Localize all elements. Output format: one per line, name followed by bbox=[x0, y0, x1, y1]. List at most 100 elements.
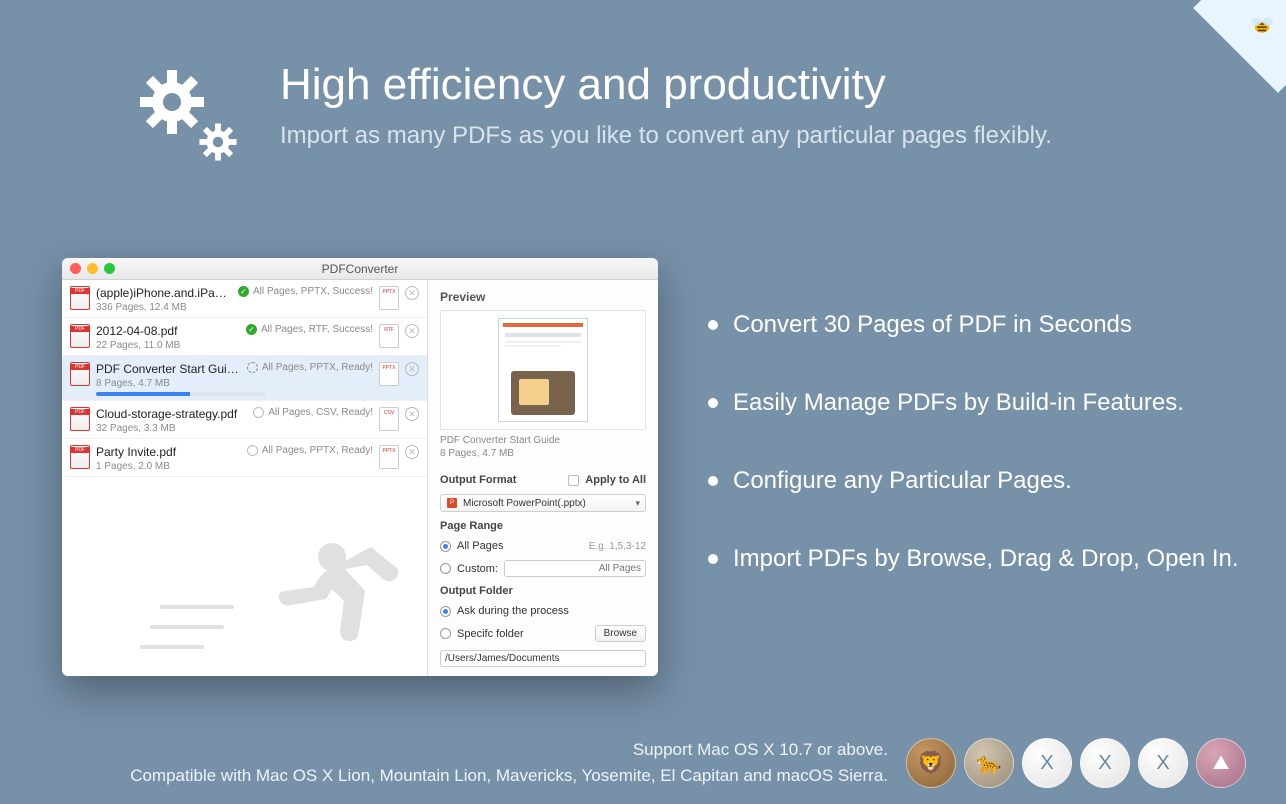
file-meta: 22 Pages, 11.0 MB bbox=[96, 340, 240, 351]
pdf-file-icon bbox=[70, 407, 90, 431]
output-format-icon[interactable]: CSV bbox=[379, 407, 399, 431]
row-remove-button[interactable]: ✕ bbox=[405, 362, 419, 376]
bullet-dot-icon bbox=[708, 476, 718, 486]
file-meta: 1 Pages, 2.0 MB bbox=[96, 461, 241, 472]
os-badges: 🦁 🐆 X X X ⛰ bbox=[906, 738, 1246, 788]
traffic-lights bbox=[70, 263, 115, 274]
status-icon: ✓ bbox=[246, 324, 257, 335]
output-format-select[interactable]: P Microsoft PowerPoint(.pptx) bbox=[440, 494, 646, 512]
output-format-icon[interactable]: PPTX bbox=[379, 362, 399, 386]
file-name: PDF Converter Start Guide for iPad.pdf bbox=[96, 362, 241, 376]
row-remove-button[interactable]: ✕ bbox=[405, 286, 419, 300]
bullet-dot-icon bbox=[708, 398, 718, 408]
lion-os-icon: 🦁 bbox=[906, 738, 956, 788]
hero-subtitle: Import as many PDFs as you like to conve… bbox=[280, 122, 1052, 150]
status-icon bbox=[247, 362, 258, 373]
feature-bullet: Convert 30 Pages of PDF in Seconds bbox=[708, 310, 1248, 340]
page-range-custom-input[interactable] bbox=[504, 560, 646, 577]
file-list: (apple)iPhone.and.iPad.Apps.for.Ab... 336… bbox=[62, 280, 427, 676]
file-row[interactable]: PDF Converter Start Guide for iPad.pdf 8 … bbox=[62, 356, 427, 401]
el-capitan-os-icon: X bbox=[1138, 738, 1188, 788]
window-title: PDFConverter bbox=[322, 262, 399, 276]
pdf-file-icon bbox=[70, 286, 90, 310]
browse-button[interactable]: Browse bbox=[595, 625, 646, 642]
file-meta: 336 Pages, 12.4 MB bbox=[96, 302, 232, 313]
mountain-lion-os-icon: 🐆 bbox=[964, 738, 1014, 788]
file-list-pane: (apple)iPhone.and.iPad.Apps.for.Ab... 336… bbox=[62, 280, 428, 676]
output-format-icon[interactable]: PPTX bbox=[379, 445, 399, 469]
output-folder-ask-radio[interactable] bbox=[440, 606, 451, 617]
hero-title: High efficiency and productivity bbox=[280, 60, 1052, 110]
file-row[interactable]: Cloud-storage-strategy.pdf 32 Pages, 3.3 … bbox=[62, 401, 427, 439]
output-format-icon[interactable]: RTF bbox=[379, 324, 399, 348]
bullet-text: Configure any Particular Pages. bbox=[733, 466, 1072, 496]
pdf-file-icon bbox=[70, 445, 90, 469]
file-status: All Pages, PPTX, Success! bbox=[253, 286, 373, 297]
bullet-dot-icon bbox=[708, 554, 718, 564]
output-format-icon[interactable]: PPTX bbox=[379, 286, 399, 310]
feature-bullets: Convert 30 Pages of PDF in Seconds Easily… bbox=[708, 310, 1248, 622]
footer-line-1: Support Mac OS X 10.7 or above. bbox=[130, 737, 888, 763]
mavericks-os-icon: X bbox=[1022, 738, 1072, 788]
runner-watermark-icon bbox=[122, 527, 422, 667]
output-folder-specific-radio[interactable] bbox=[440, 628, 451, 639]
pdf-file-icon bbox=[70, 362, 90, 386]
row-remove-button[interactable]: ✕ bbox=[405, 324, 419, 338]
file-name: (apple)iPhone.and.iPad.Apps.for.Ab... bbox=[96, 286, 232, 300]
preview-label: Preview bbox=[440, 290, 646, 304]
zoom-icon[interactable] bbox=[104, 263, 115, 274]
page-range-all-label: All Pages bbox=[457, 540, 503, 552]
page-range-custom-label: Custom: bbox=[457, 563, 498, 575]
apply-to-all-label: Apply to All bbox=[585, 474, 646, 486]
output-folder-ask-label: Ask during the process bbox=[457, 605, 569, 617]
footer-line-2: Compatible with Mac OS X Lion, Mountain … bbox=[130, 763, 888, 789]
page-range-all-radio[interactable] bbox=[440, 541, 451, 552]
feature-bullet: Easily Manage PDFs by Build-in Features. bbox=[708, 388, 1248, 418]
minimize-icon[interactable] bbox=[87, 263, 98, 274]
file-status: All Pages, RTF, Success! bbox=[261, 324, 373, 335]
bullet-text: Convert 30 Pages of PDF in Seconds bbox=[733, 310, 1132, 340]
footer: Support Mac OS X 10.7 or above. Compatib… bbox=[0, 737, 1286, 788]
page-range-eg-hint: E.g. 1,5,3-12 bbox=[510, 541, 646, 552]
feature-bullet: Import PDFs by Browse, Drag & Drop, Open… bbox=[708, 544, 1248, 574]
file-meta: 32 Pages, 3.3 MB bbox=[96, 423, 247, 434]
corner-badge bbox=[1186, 0, 1286, 100]
file-meta: 8 Pages, 4.7 MB bbox=[96, 378, 241, 389]
sierra-os-icon: ⛰ bbox=[1196, 738, 1246, 788]
row-remove-button[interactable]: ✕ bbox=[405, 445, 419, 459]
file-row[interactable]: 2012-04-08.pdf 22 Pages, 11.0 MB ✓ All Page… bbox=[62, 318, 427, 356]
output-folder-path-input[interactable] bbox=[440, 650, 646, 667]
status-icon bbox=[253, 407, 264, 418]
output-format-label: Output Format bbox=[440, 474, 516, 486]
preview-meta: PDF Converter Start Guide 8 Pages, 4.7 M… bbox=[440, 434, 646, 460]
close-icon[interactable] bbox=[70, 263, 81, 274]
app-window: PDFConverter (apple)iPhone.and.iPad.Apps… bbox=[62, 258, 658, 676]
conversion-progress bbox=[96, 392, 266, 396]
bullet-dot-icon bbox=[708, 320, 718, 330]
preview-thumbnail bbox=[440, 310, 646, 430]
apply-to-all-checkbox[interactable] bbox=[568, 475, 579, 486]
bee-icon bbox=[1246, 8, 1278, 40]
gears-icon bbox=[130, 60, 250, 180]
status-icon: ✓ bbox=[238, 286, 249, 297]
file-status: All Pages, PPTX, Ready! bbox=[262, 362, 373, 373]
status-icon bbox=[247, 445, 258, 456]
output-folder-label: Output Folder bbox=[440, 585, 513, 597]
pdf-file-icon bbox=[70, 324, 90, 348]
page-range-custom-radio[interactable] bbox=[440, 563, 451, 574]
page-range-label: Page Range bbox=[440, 520, 503, 532]
output-folder-specific-label: Specifc folder bbox=[457, 628, 524, 640]
file-row[interactable]: (apple)iPhone.and.iPad.Apps.for.Ab... 336… bbox=[62, 280, 427, 318]
file-name: Cloud-storage-strategy.pdf bbox=[96, 407, 247, 421]
row-remove-button[interactable]: ✕ bbox=[405, 407, 419, 421]
bullet-text: Import PDFs by Browse, Drag & Drop, Open… bbox=[733, 544, 1239, 574]
file-row[interactable]: Party Invite.pdf1 Pages, 2.0 MBAll Pages… bbox=[62, 439, 427, 477]
preview-pane: Preview PDF Converter Start Guide 8 Page… bbox=[428, 280, 658, 676]
file-status: All Pages, CSV, Ready! bbox=[268, 407, 373, 418]
yosemite-os-icon: X bbox=[1080, 738, 1130, 788]
file-name: 2012-04-08.pdf bbox=[96, 324, 240, 338]
hero-section: High efficiency and productivity Import … bbox=[130, 60, 1052, 180]
window-titlebar: PDFConverter bbox=[62, 258, 658, 280]
file-status: All Pages, PPTX, Ready! bbox=[262, 445, 373, 456]
bullet-text: Easily Manage PDFs by Build-in Features. bbox=[733, 388, 1184, 418]
